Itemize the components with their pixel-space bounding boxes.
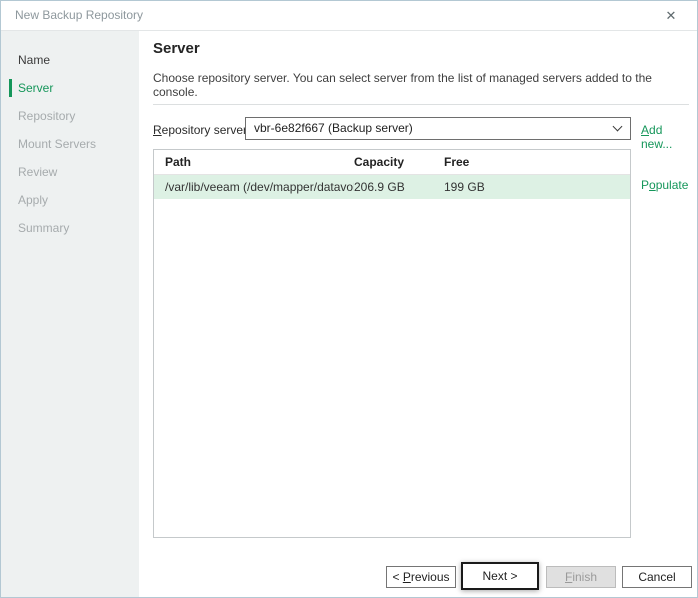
sidebar-item-apply: Apply (1, 186, 139, 214)
column-header-free: Free (444, 150, 630, 174)
active-step-indicator (9, 79, 12, 97)
path-table: Path Capacity Free /var/lib/veeam (/dev/… (153, 149, 631, 538)
step-label: Summary (18, 221, 69, 235)
step-label: Mount Servers (18, 137, 96, 151)
sidebar-item-review: Review (1, 158, 139, 186)
repository-server-value: vbr-6e82f667 (Backup server) (254, 118, 413, 139)
chevron-down-icon (613, 122, 623, 132)
step-label: Review (18, 165, 57, 179)
sidebar-item-mount-servers: Mount Servers (1, 130, 139, 158)
title-bar: New Backup Repository ✕ (1, 1, 697, 31)
page-description: Choose repository server. You can select… (153, 71, 687, 99)
table-header-row: Path Capacity Free (154, 150, 630, 175)
page-title: Server (153, 40, 200, 57)
sidebar-item-server[interactable]: Server (1, 74, 139, 102)
new-backup-repository-dialog: New Backup Repository ✕ Name Server Repo… (0, 0, 698, 598)
cell-free: 199 GB (444, 175, 630, 199)
sidebar-item-repository: Repository (1, 102, 139, 130)
repository-server-select[interactable]: vbr-6e82f667 (Backup server) (245, 117, 631, 140)
step-label: Name (18, 53, 50, 67)
column-header-path: Path (154, 150, 354, 174)
step-label: Server (18, 81, 53, 95)
sidebar-item-name[interactable]: Name (1, 46, 139, 74)
populate-link[interactable]: Populate (641, 178, 688, 192)
finish-button: Finish (546, 566, 616, 588)
step-label: Apply (18, 193, 48, 207)
repository-server-label: Repository server: (153, 123, 250, 137)
column-header-capacity: Capacity (354, 150, 444, 174)
window-title: New Backup Repository (15, 1, 143, 30)
wizard-content: Server Choose repository server. You can… (139, 31, 697, 597)
add-new-link[interactable]: Add new... (641, 123, 697, 151)
step-label: Repository (18, 109, 75, 123)
close-icon[interactable]: ✕ (657, 1, 685, 30)
cancel-button[interactable]: Cancel (622, 566, 692, 588)
header-separator (153, 104, 689, 105)
cell-path: /var/lib/veeam (/dev/mapper/datavol-... (154, 175, 354, 199)
cell-capacity: 206.9 GB (354, 175, 444, 199)
previous-button[interactable]: < Previous (386, 566, 456, 588)
table-row[interactable]: /var/lib/veeam (/dev/mapper/datavol-... … (154, 175, 630, 199)
sidebar-item-summary: Summary (1, 214, 139, 242)
next-button[interactable]: Next > (461, 562, 539, 590)
wizard-steps-sidebar: Name Server Repository Mount Servers Rev… (1, 31, 139, 597)
